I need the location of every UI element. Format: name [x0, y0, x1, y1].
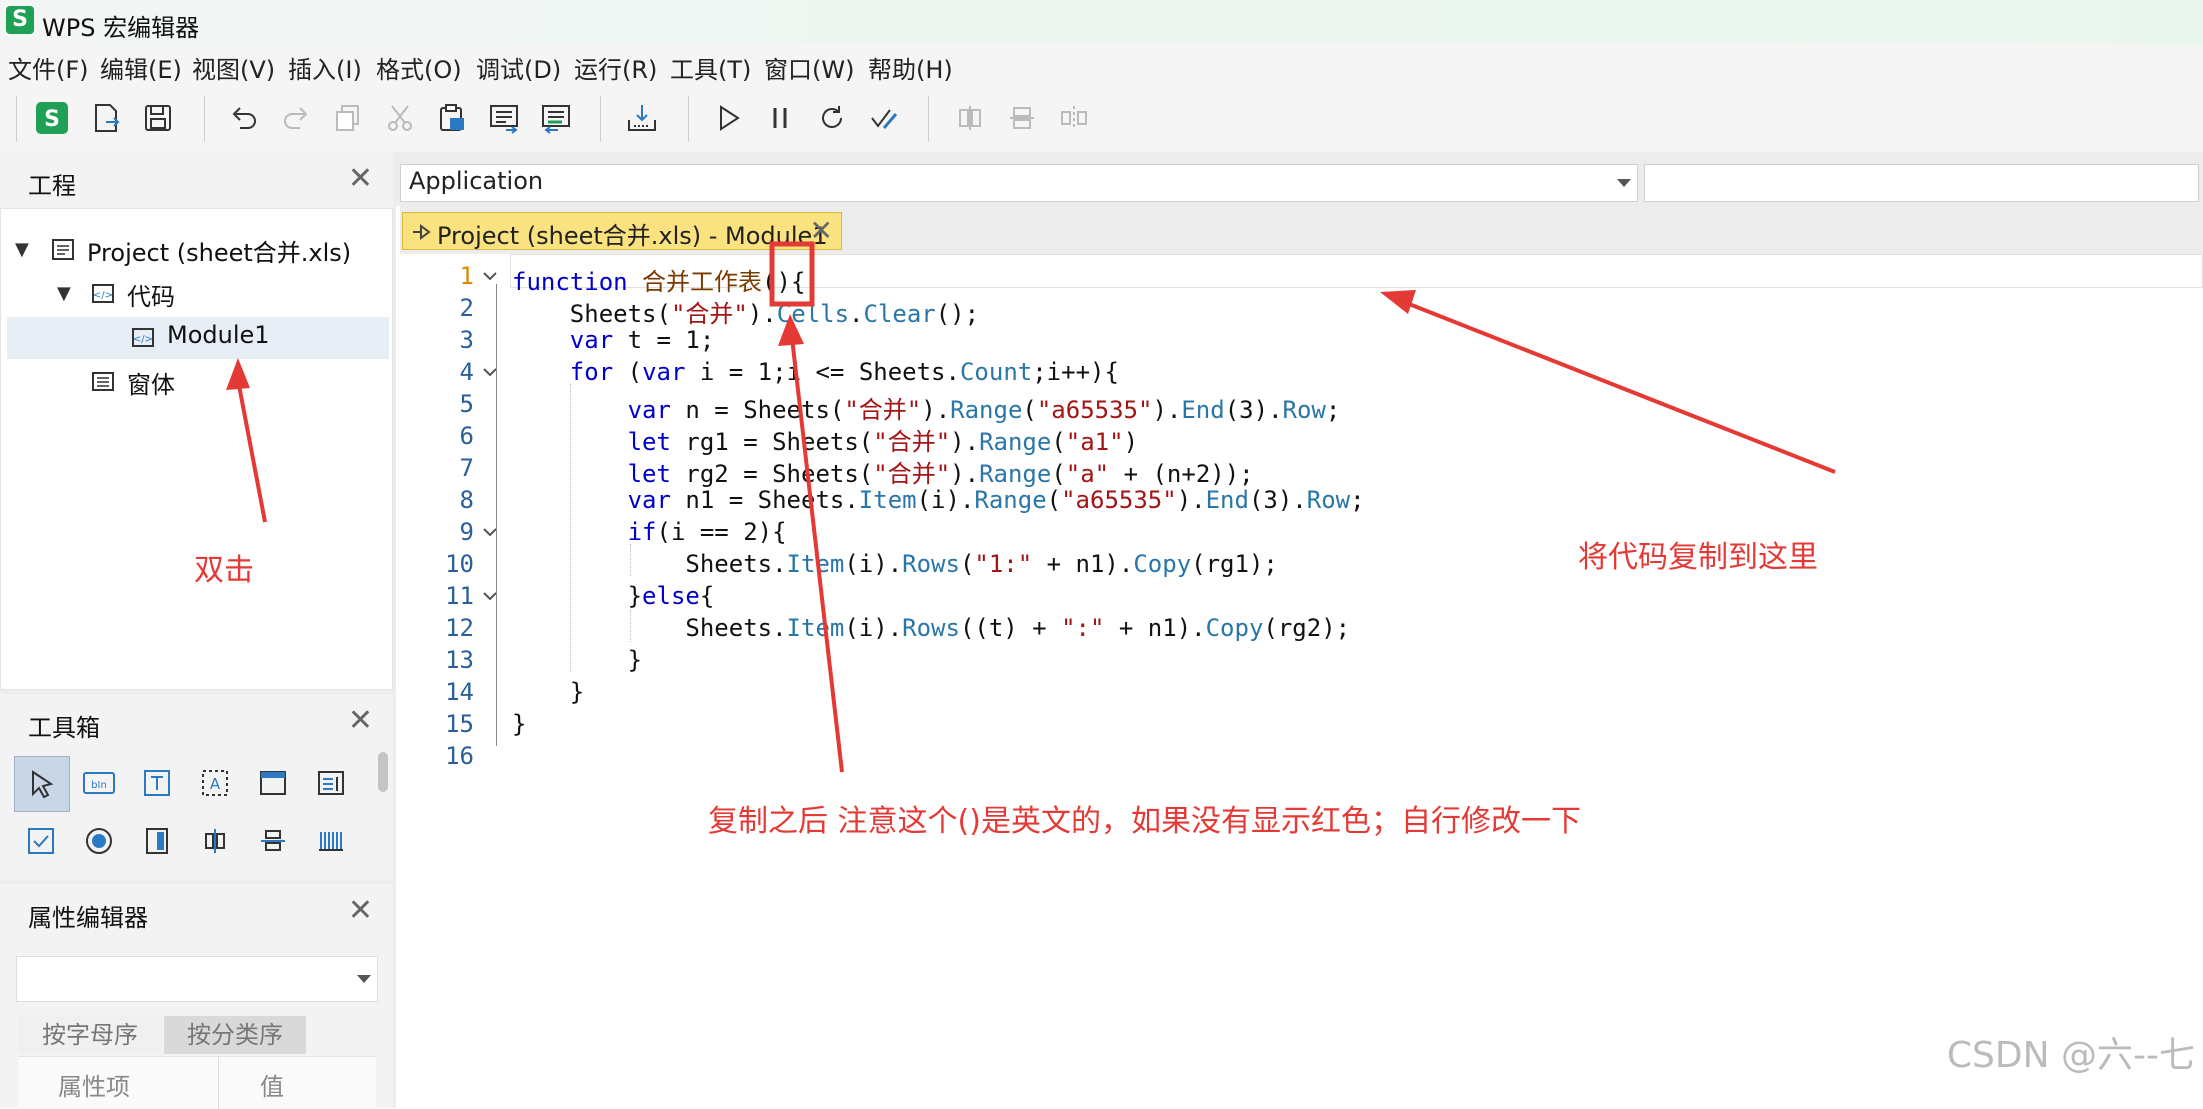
arrow-double-click [236, 379, 267, 523]
highlight-box [769, 241, 815, 307]
annotation-overlay [226, 241, 1836, 773]
arrow-note [790, 337, 844, 773]
annotation-paste-here: 将代码复制到这里 [1578, 540, 1818, 575]
watermark: CSDN @六--七 [1946, 1035, 2195, 1076]
annotation-note: 复制之后 注意这个()是英文的，如果没有显示红色；自行修改一下 [708, 804, 1581, 839]
annotation-double-click: 双击 [194, 553, 254, 588]
arrow-paste-here [1403, 300, 1836, 474]
